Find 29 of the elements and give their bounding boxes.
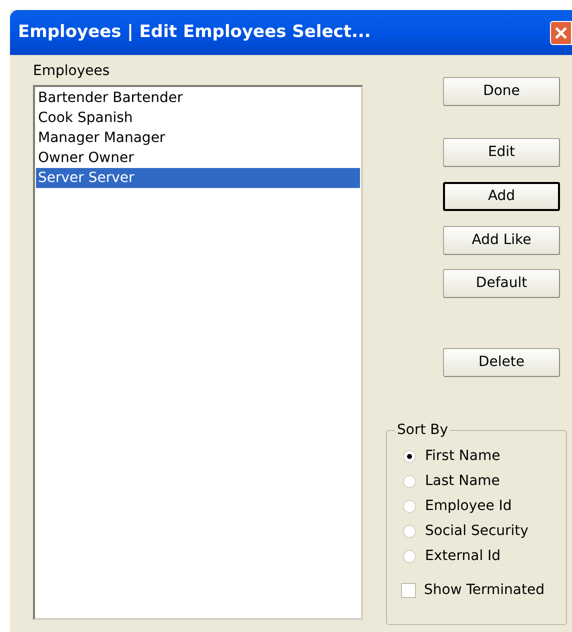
group-title: Sort By [395, 421, 450, 439]
dialog-button[interactable]: Delete [443, 348, 560, 377]
list-item[interactable]: Owner Owner [36, 148, 360, 168]
window-title: Employees | Edit Employees Select... [18, 20, 371, 44]
close-icon [554, 26, 568, 40]
radio-button[interactable] [403, 450, 416, 463]
dialog-button[interactable]: Default [443, 269, 560, 298]
close-button[interactable] [550, 20, 572, 44]
sort-option[interactable]: Employee Id [403, 497, 566, 516]
list-item[interactable]: Server Server [36, 168, 360, 188]
list-item[interactable]: Cook Spanish [36, 108, 360, 128]
sort-option[interactable]: Social Security [403, 522, 566, 541]
checkbox[interactable] [401, 583, 416, 598]
sort-option[interactable]: Last Name [403, 472, 566, 491]
dialog-button[interactable]: Add [443, 182, 560, 211]
radio-button[interactable] [403, 500, 416, 513]
list-item[interactable]: Bartender Bartender [36, 88, 360, 108]
radio-button[interactable] [403, 475, 416, 488]
dialog-button[interactable]: Add Like [443, 226, 560, 255]
employee-list[interactable]: Bartender Bartender Cook Spanish Manager Manager Owner Owner Server Server [33, 85, 363, 620]
sort-option[interactable]: External Id [403, 547, 566, 566]
dialog-button[interactable]: Done [443, 77, 560, 106]
radio-button[interactable] [403, 550, 416, 563]
show-terminated-checkbox[interactable]: Show Terminated [387, 580, 566, 601]
radio-button[interactable] [403, 525, 416, 538]
list-item[interactable]: Manager Manager [36, 128, 360, 148]
dialog-button[interactable]: Edit [443, 138, 560, 167]
sort-option[interactable]: First Name [403, 447, 566, 466]
list-label: Employees [33, 62, 111, 80]
